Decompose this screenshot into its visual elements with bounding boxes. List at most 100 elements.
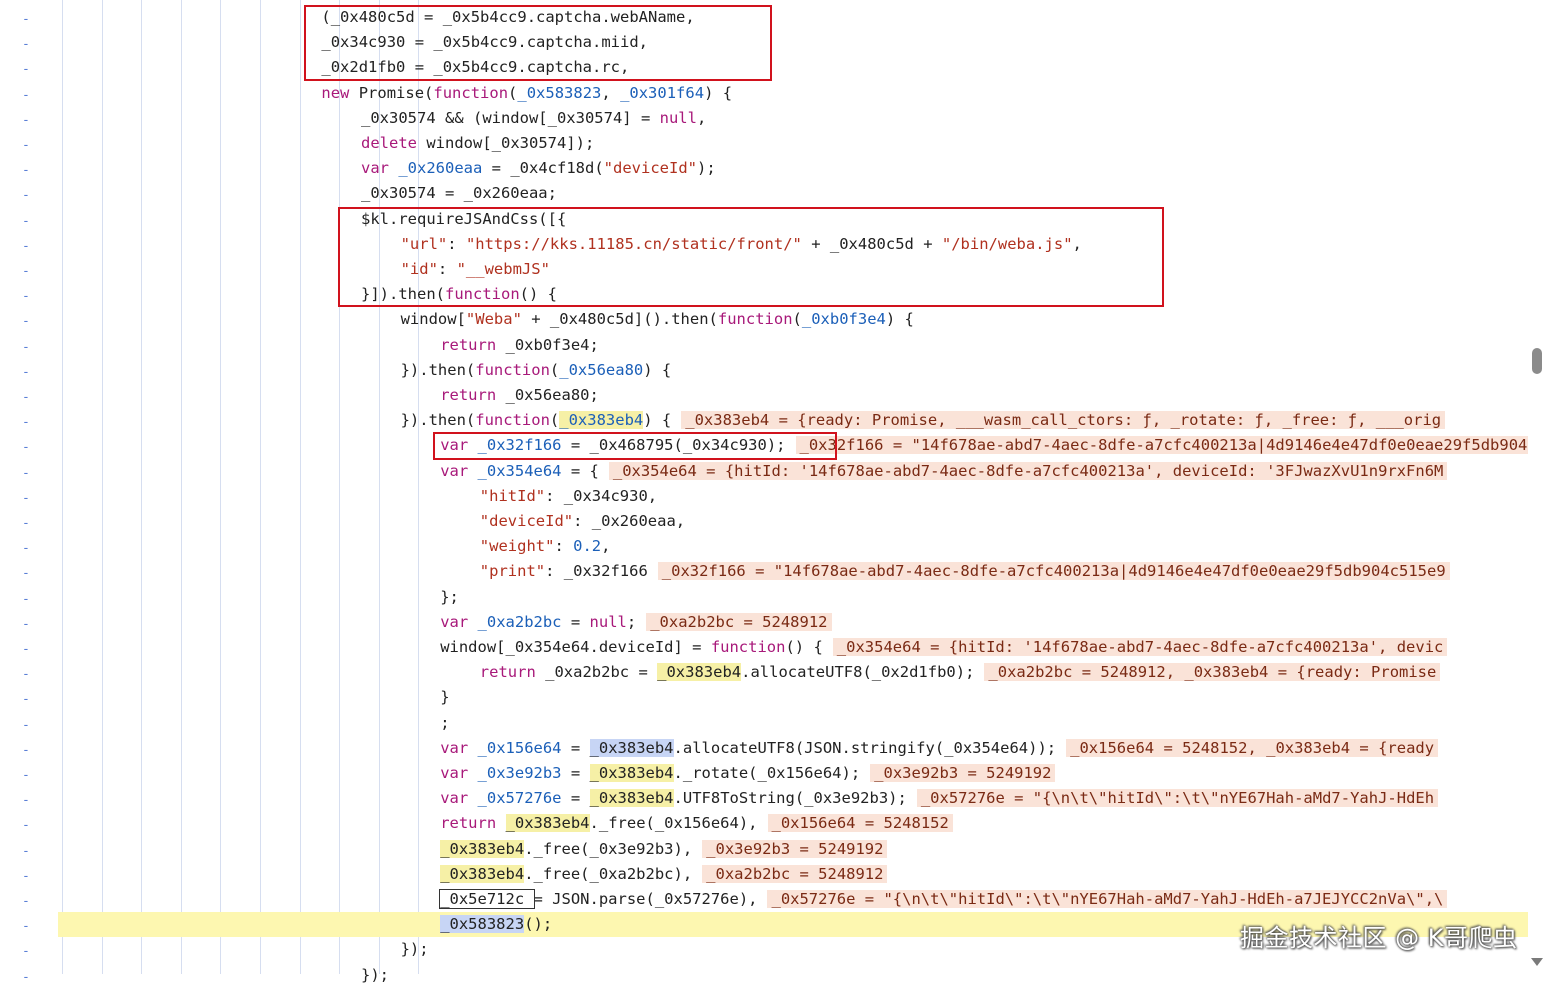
code-line[interactable]: _0x2d1fb0 = _0x5b4cc9.captcha.rc, [58,55,1528,80]
code-token: function [445,285,520,304]
gutter-marker[interactable]: - [22,133,32,158]
inline-debug-value[interactable]: _0x383eb4 = {ready: Promise, ___wasm_cal… [681,411,1446,430]
gutter-marker[interactable]: - [22,158,32,183]
gutter-marker[interactable]: - [22,889,32,914]
inline-debug-value[interactable]: _0x32f166 = "14f678ae-abd7-4aec-8dfe-a7c… [657,562,1450,581]
code-line[interactable]: }).then(function(_0x56ea80) { [58,358,1528,383]
code-line[interactable]: "hitId": _0x34c930, [58,484,1528,509]
gutter-marker[interactable]: - [22,284,32,309]
code-line[interactable]: _0x34c930 = _0x5b4cc9.captcha.miid, [58,30,1528,55]
code-line[interactable]: window[_0x354e64.deviceId] = function() … [58,635,1528,660]
code-token: _0x383eb4 [440,839,525,858]
code-token: _0x383eb4 [589,738,674,757]
code-line[interactable]: "print": _0x32f166 _0x32f166 = "14f678ae-… [58,559,1528,584]
gutter-marker[interactable]: - [22,410,32,435]
code-line[interactable]: var _0x3e92b3 = _0x383eb4._rotate(_0x156… [58,761,1528,786]
inline-debug-value[interactable]: _0x3e92b3 = 5249192 [702,839,888,858]
code-line[interactable]: }).then(function(_0x383eb4) {_0x383eb4 =… [58,408,1528,433]
gutter-marker[interactable]: - [22,486,32,511]
gutter-marker[interactable]: - [22,612,32,637]
code-line[interactable]: window["Weba" + _0x480c5d]().then(functi… [58,307,1528,332]
code-line[interactable]: return _0xb0f3e4; [58,333,1528,358]
gutter-marker[interactable]: - [22,511,32,536]
code-token: "hitId" [479,486,546,505]
inline-debug-value[interactable]: _0x354e64 = {hitId: '14f678ae-abd7-4aec-… [608,461,1448,480]
gutter-marker[interactable]: - [22,209,32,234]
inline-debug-value[interactable]: _0x156e64 = 5248152, _0x383eb4 = {ready [1066,738,1439,757]
inline-debug-value[interactable]: _0x57276e = "{\n\t\"hitId\":\t\"nYE67Hah… [916,789,1439,808]
code-line[interactable]: _0x30574 && (window[_0x30574] = null, [58,106,1528,131]
code-line[interactable]: var _0xa2b2bc = null; _0xa2b2bc = 5248912 [58,610,1528,635]
inline-debug-value[interactable]: _0x156e64 = 5248152 [767,814,953,833]
gutter-marker[interactable]: - [22,461,32,486]
gutter-marker[interactable]: - [22,637,32,662]
code-line[interactable]: var _0x32f166 = _0x468795(_0x34c930); _0x… [58,433,1528,458]
code-line[interactable]: "url": "https://kks.11185.cn/static/fron… [58,232,1528,257]
inline-debug-value[interactable]: _0x57276e = "{\n\t\"hitId\":\t\"nYE67Hah… [767,890,1448,908]
code-line[interactable]: ; [58,711,1528,736]
code-line[interactable]: var _0x260eaa = _0x4cf18d("deviceId"); [58,156,1528,181]
gutter-marker[interactable]: - [22,939,32,964]
code-line[interactable]: "deviceId": _0x260eaa, [58,509,1528,534]
gutter-marker[interactable]: - [22,713,32,738]
gutter-marker[interactable]: - [22,57,32,82]
code-line[interactable]: "id": "__webmJS" [58,257,1528,282]
watermark: 掘金技术社区 @ K哥爬虫 [1240,924,1518,952]
scroll-down-arrow-icon[interactable] [1531,958,1543,966]
gutter-marker[interactable]: - [22,914,32,939]
gutter-marker[interactable]: - [22,385,32,410]
inline-debug-value[interactable]: _0x3e92b3 = 5249192 [870,764,1056,782]
code-line[interactable]: delete window[_0x30574]); [58,131,1528,156]
code-line[interactable]: return _0x56ea80; [58,383,1528,408]
code-token: return [479,663,536,682]
gutter-marker[interactable]: - [22,259,32,284]
line-gutter: --------------------------------------- [0,0,58,985]
gutter-marker[interactable]: - [22,32,32,57]
gutter-marker[interactable]: - [22,788,32,813]
inline-debug-value[interactable]: _0x354e64 = {hitId: '14f678ae-abd7-4aec-… [832,638,1448,656]
gutter-marker[interactable]: - [22,738,32,763]
gutter-marker[interactable]: - [22,965,32,990]
code-line[interactable]: _0x30574 = _0x260eaa; [58,181,1528,206]
gutter-marker[interactable]: - [22,7,32,32]
gutter-marker[interactable]: - [22,763,32,788]
code-line[interactable]: (_0x480c5d = _0x5b4cc9.captcha.webAName, [58,5,1528,30]
gutter-marker[interactable]: - [22,234,32,259]
code-line[interactable]: var _0x354e64 = {_0x354e64 = {hitId: '14… [58,459,1528,484]
code-line[interactable]: return _0xa2b2bc = _0x383eb4.allocateUTF… [58,660,1528,685]
code-line[interactable]: $kl.requireJSAndCss([{ [58,207,1528,232]
gutter-marker[interactable]: - [22,561,32,586]
gutter-marker[interactable]: - [22,309,32,334]
code-line[interactable]: _0x5e712c = JSON.parse(_0x57276e), _0x572… [58,887,1528,912]
code-line[interactable]: return _0x383eb4._free(_0x156e64), _0x156… [58,811,1528,836]
gutter-marker[interactable]: - [22,813,32,838]
gutter-marker[interactable]: - [22,662,32,687]
gutter-marker[interactable]: - [22,108,32,133]
gutter-marker[interactable]: - [22,839,32,864]
gutter-marker[interactable]: - [22,536,32,561]
code-line[interactable]: }; [58,585,1528,610]
code-line[interactable]: }); [58,963,1528,988]
code-line[interactable]: } [58,685,1528,710]
code-line[interactable]: new Promise(function(_0x583823, _0x301f6… [58,81,1528,106]
gutter-marker[interactable]: - [22,864,32,889]
code-line[interactable]: var _0x57276e = _0x383eb4.UTF8ToString(_… [58,786,1528,811]
inline-debug-value[interactable]: _0xa2b2bc = 5248912, _0x383eb4 = {ready:… [984,663,1441,682]
code-line[interactable]: _0x383eb4._free(_0x3e92b3), _0x3e92b3 = 5… [58,837,1528,862]
gutter-marker[interactable]: - [22,687,32,712]
code-line[interactable]: _0x383eb4._free(_0xa2b2bc), _0xa2b2bc = 5… [58,862,1528,887]
gutter-marker[interactable]: - [22,360,32,385]
inline-debug-value[interactable]: _0xa2b2bc = 5248912 [702,864,888,883]
code-line[interactable]: "weight": 0.2, [58,534,1528,559]
code-line[interactable]: var _0x156e64 = _0x383eb4.allocateUTF8(J… [58,736,1528,761]
gutter-marker[interactable]: - [22,587,32,612]
gutter-marker[interactable]: - [22,183,32,208]
gutter-marker[interactable]: - [22,83,32,108]
gutter-marker[interactable]: - [22,335,32,360]
gutter-marker[interactable]: - [22,435,32,460]
code-token: null [589,612,627,631]
vertical-scrollbar-thumb[interactable] [1532,348,1542,374]
inline-debug-value[interactable]: _0x32f166 = "14f678ae-abd7-4aec-8dfe-a7c… [795,436,1528,455]
inline-debug-value[interactable]: _0xa2b2bc = 5248912 [646,612,832,631]
code-line[interactable]: }]).then(function() { [58,282,1528,307]
